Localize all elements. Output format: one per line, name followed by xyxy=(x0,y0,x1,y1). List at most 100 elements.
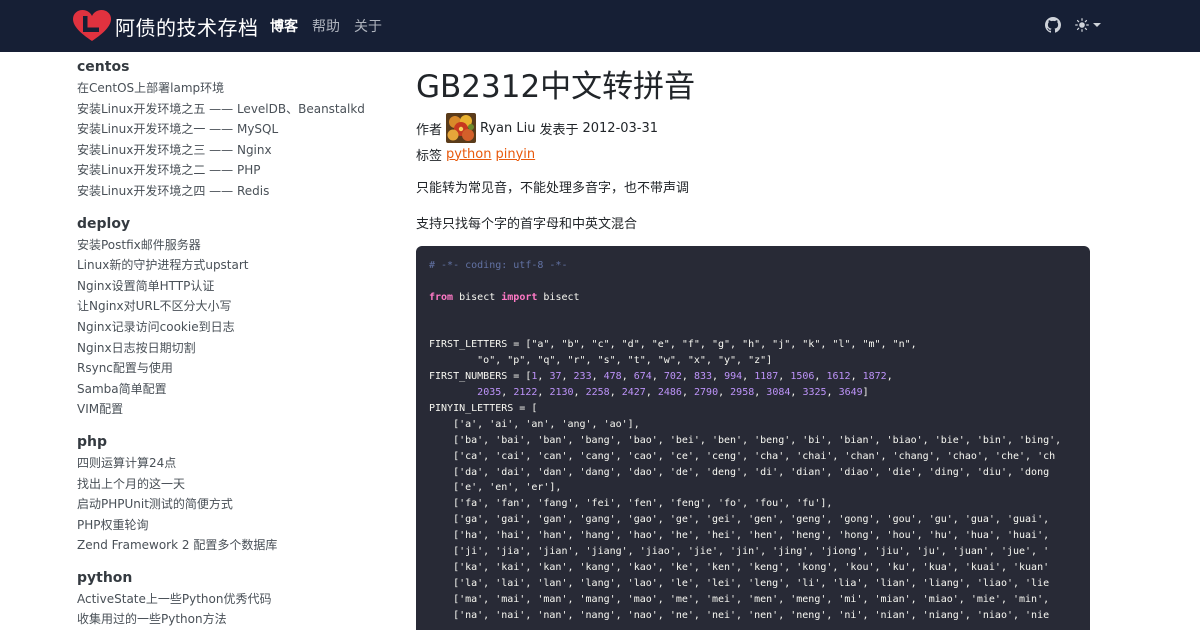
code-token: , xyxy=(591,371,604,383)
github-icon xyxy=(1045,17,1061,33)
code-token: ['ba', 'bai', 'ban', 'bang', 'bao', 'bei… xyxy=(429,434,1062,446)
sidebar-post-link[interactable]: 在CentOS上部署lamp环境 xyxy=(77,78,387,99)
code-token: 3649 xyxy=(838,387,863,399)
sidebar-post-link[interactable]: 收集用过的一些Python方法 xyxy=(77,609,387,630)
code-token: , xyxy=(537,387,550,399)
code-token: , xyxy=(651,371,664,383)
code-line: FIRST_NUMBERS = [1, 37, 233, 478, 674, 7… xyxy=(429,369,1061,385)
code-token: 2790 xyxy=(694,387,719,399)
sidebar-post-link[interactable]: Nginx设置简单HTTP认证 xyxy=(77,276,387,297)
code-block: # -*- coding: utf-8 -*- from bisect impo… xyxy=(416,246,1090,630)
code-token: 2427 xyxy=(621,387,646,399)
code-token: 994 xyxy=(724,371,743,383)
category-post-list: 安装Postfix邮件服务器 Linux新的守护进程方式upstart Ngin… xyxy=(77,235,387,420)
code-token: ['ga', 'gai', 'gan', 'gang', 'gao', 'ge'… xyxy=(429,514,1050,526)
sidebar-post-link[interactable]: Samba简单配置 xyxy=(77,379,387,400)
code-token: 674 xyxy=(633,371,652,383)
code-token: 1612 xyxy=(826,371,851,383)
code-token: ['la', 'lai', 'lan', 'lang', 'lao', 'le'… xyxy=(429,577,1050,589)
sidebar-post-link[interactable]: VIM配置 xyxy=(77,399,387,420)
sidebar-post-link[interactable]: Linux新的守护进程方式upstart xyxy=(77,255,387,276)
published-label: 发表于 xyxy=(539,122,579,138)
heart-logo-icon xyxy=(72,9,112,43)
code-line: PINYIN_LETTERS = [ xyxy=(429,401,1061,417)
code-token: 3325 xyxy=(802,387,827,399)
sidebar-post-link[interactable]: PHP权重轮询 xyxy=(77,515,387,536)
code-token: 1872 xyxy=(862,371,887,383)
category-sidebar: centos 在CentOS上部署lamp环境 安装Linux开发环境之五 ——… xyxy=(77,52,387,630)
code-token: ['da', 'dai', 'dan', 'dang', 'dao', 'de'… xyxy=(429,466,1050,478)
code-token: 2122 xyxy=(513,387,538,399)
code-token: , xyxy=(790,387,803,399)
code-token: , xyxy=(826,387,839,399)
code-token: # -*- coding: utf-8 -*- xyxy=(429,260,568,271)
sidebar-post-link[interactable]: 四则运算计算24点 xyxy=(77,453,387,474)
code-token: "o", "p", "q", "r", "s", "t", "w", "x", … xyxy=(429,355,773,367)
brand-link[interactable]: 阿债的技术存档 xyxy=(72,8,259,44)
theme-toggle-button[interactable] xyxy=(1075,18,1101,32)
code-token: , xyxy=(681,371,694,383)
code-line: ['ha', 'hai', 'han', 'hang', 'hao', 'he'… xyxy=(429,528,1061,544)
code-token: 833 xyxy=(693,371,713,383)
code-token: FIRST_LETTERS = ["a", "b", "c", "d", "e"… xyxy=(429,339,917,351)
nav-item-help[interactable]: 帮助 xyxy=(312,16,340,36)
post-date: 2012-03-31 xyxy=(582,120,659,136)
tag-link[interactable]: pinyin xyxy=(496,147,536,162)
code-line: ['ka', 'kai', 'kan', 'kang', 'kao', 'ke'… xyxy=(429,560,1061,576)
code-token: 2258 xyxy=(585,387,610,399)
sidebar-post-link[interactable]: ActiveState上一些Python优秀代码 xyxy=(77,589,387,610)
nav-item-about[interactable]: 关于 xyxy=(354,16,382,36)
code-token: , xyxy=(742,371,755,383)
sidebar-post-link[interactable]: 让Nginx对URL不区分大小写 xyxy=(77,296,387,317)
sidebar-post-link[interactable]: 安装Linux开发环境之二 —— PHP xyxy=(77,160,387,181)
code-token: 1506 xyxy=(790,371,815,383)
code-token: 478 xyxy=(603,371,622,383)
code-line: ['e', 'en', 'er'], xyxy=(429,480,1061,496)
code-line: FIRST_LETTERS = ["a", "b", "c", "d", "e"… xyxy=(429,337,1061,353)
code-token: from xyxy=(429,291,454,303)
brand-title: 阿债的技术存档 xyxy=(115,15,259,40)
code-token: 233 xyxy=(573,371,592,383)
category-post-list: 四则运算计算24点 找出上个月的这一天 启动PHPUnit测试的简便方式 PHP… xyxy=(77,453,387,556)
post-content: GB2312中文转拼音 作者 Ryan Liu 发表于 2012-03-31 标… xyxy=(416,52,1090,630)
sidebar-post-link[interactable]: 找出上个月的这一天 xyxy=(77,474,387,495)
code-token: ] xyxy=(862,387,869,399)
code-line: "o", "p", "q", "r", "s", "t", "w", "x", … xyxy=(429,353,1061,369)
sidebar-post-link[interactable]: 安装Linux开发环境之五 —— LevelDB、Beanstalkd xyxy=(77,99,387,120)
tag-link[interactable]: python xyxy=(446,147,491,162)
sidebar-post-link[interactable]: Nginx记录访问cookie到日志 xyxy=(77,317,387,338)
sidebar-post-link[interactable]: 安装Postfix邮件服务器 xyxy=(77,235,387,256)
code-token: , xyxy=(573,387,586,399)
code-token: ['ha', 'hai', 'han', 'hang', 'hao', 'he'… xyxy=(429,530,1050,542)
post-paragraph: 只能转为常见音，不能处理多音字，也不带声调 xyxy=(416,181,690,196)
code-token: ['ka', 'kai', 'kan', 'kang', 'kao', 'ke'… xyxy=(429,561,1050,573)
category-title: deploy xyxy=(77,215,131,232)
sidebar-post-link[interactable]: Rsync配置与使用 xyxy=(77,358,387,379)
code-line: 2035, 2122, 2130, 2258, 2427, 2486, 2790… xyxy=(429,385,1061,401)
category-php: php 四则运算计算24点 找出上个月的这一天 启动PHPUnit测试的简便方式… xyxy=(77,431,387,556)
nav-item-blog[interactable]: 博客 xyxy=(270,16,298,36)
code-content: # -*- coding: utf-8 -*- from bisect impo… xyxy=(429,258,1061,623)
code-line: ['da', 'dai', 'dan', 'dang', 'dao', 'de'… xyxy=(429,465,1061,481)
code-line: ['ca', 'cai', 'can', 'cang', 'cao', 'ce'… xyxy=(429,449,1061,465)
author-name[interactable]: Ryan Liu xyxy=(480,121,535,136)
code-line: ['fa', 'fan', 'fang', 'fei', 'fen', 'fen… xyxy=(429,496,1061,512)
category-title: php xyxy=(77,433,108,450)
sidebar-post-link[interactable]: 安装Linux开发环境之三 —— Nginx xyxy=(77,140,387,161)
github-link[interactable] xyxy=(1045,17,1061,33)
sidebar-post-link[interactable]: 启动PHPUnit测试的简便方式 xyxy=(77,494,387,515)
author-label: 作者 xyxy=(416,122,443,138)
category-post-list: ActiveState上一些Python优秀代码 收集用过的一些Python方法 xyxy=(77,589,387,630)
sidebar-post-link[interactable]: Zend Framework 2 配置多个数据库 xyxy=(77,535,387,556)
post-title: GB2312中文转拼音 xyxy=(416,69,696,105)
sidebar-post-link[interactable]: Nginx日志按日期切割 xyxy=(77,338,387,359)
sidebar-post-link[interactable]: 安装Linux开发环境之四 —— Redis xyxy=(77,181,387,202)
sidebar-post-link[interactable]: 安装Linux开发环境之一 —— MySQL xyxy=(77,119,387,140)
chevron-down-icon xyxy=(1093,23,1101,27)
category-python: python ActiveState上一些Python优秀代码 收集用过的一些P… xyxy=(77,567,387,630)
code-token: import xyxy=(501,291,538,303)
code-token: , xyxy=(718,387,731,399)
post-tags: 标签 python pinyin xyxy=(416,144,535,164)
